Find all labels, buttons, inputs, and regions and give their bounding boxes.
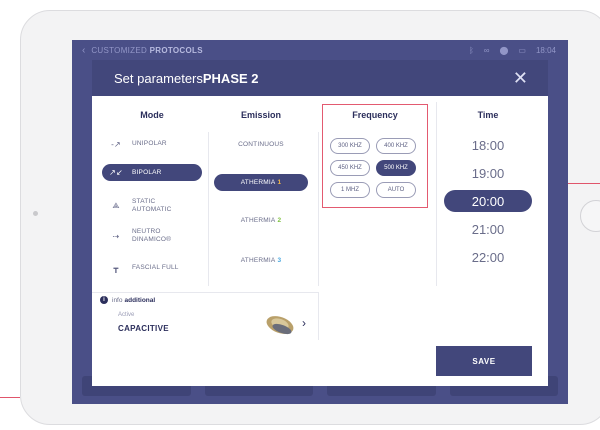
- emission-label: ATHERMIA: [240, 217, 276, 224]
- column-divider: [208, 132, 209, 286]
- column-header-mode: Mode: [140, 110, 164, 120]
- emission-item-athermia-3[interactable]: ATHERMIA 3: [214, 252, 308, 269]
- time-option-2200[interactable]: 22:00: [444, 246, 532, 268]
- chevron-right-icon[interactable]: ›: [302, 316, 306, 330]
- emission-label: ATHERMIA: [240, 257, 276, 264]
- info-icon: i: [100, 296, 108, 304]
- frequency-option-450khz[interactable]: 450 KHZ: [330, 160, 370, 176]
- emission-label: ATHERMIA: [240, 179, 276, 186]
- section-divider: [92, 292, 318, 293]
- battery-icon: ▭: [518, 45, 526, 55]
- mode-label: UNIPOLAR: [132, 140, 167, 147]
- modal-title: Set parametersPHASE 2: [114, 71, 259, 86]
- location-icon: ⬤: [499, 45, 509, 55]
- fascial-full-icon: ┳: [113, 263, 119, 273]
- callout-line-bottom: [0, 397, 20, 398]
- column-header-emission: Emission: [240, 110, 281, 120]
- frequency-option-auto[interactable]: AUTO: [376, 182, 416, 198]
- bipolar-icon: ↗↙: [109, 168, 123, 177]
- frequency-option-300khz[interactable]: 300 KHZ: [330, 138, 370, 154]
- modal-header: Set parametersPHASE 2 ✕: [92, 60, 548, 96]
- active-label: Active: [118, 312, 135, 318]
- close-icon[interactable]: ✕: [513, 69, 528, 87]
- frequency-option-400khz[interactable]: 400 KHZ: [376, 138, 416, 154]
- emission-label: CONTINUOUS: [238, 141, 284, 148]
- mode-label: NEUTRO DINAMICO®: [132, 228, 172, 243]
- column-divider: [318, 132, 319, 286]
- time-option-1800[interactable]: 18:00: [444, 134, 532, 156]
- info-bold: additional: [124, 296, 156, 304]
- time-option-2000[interactable]: 20:00: [444, 190, 532, 212]
- modal-title-prefix: Set parameters: [114, 70, 203, 86]
- frequency-option-1mhz[interactable]: 1 MHZ: [330, 182, 370, 198]
- mode-item-unipolar[interactable]: -↗ UNIPOLAR: [102, 134, 202, 154]
- emission-number: 3: [277, 257, 282, 264]
- status-bar: ‹ CUSTOMIZED PROTOCOLS ᛒ ∞ ⬤ ▭ 18:04: [72, 40, 568, 60]
- status-title-prefix: CUSTOMIZED: [91, 45, 148, 55]
- modal-title-bold: PHASE 2: [202, 70, 259, 86]
- emission-item-continuous[interactable]: CONTINUOUS: [214, 136, 308, 153]
- status-icons: ᛒ ∞ ⬤ ▭ 18:04: [469, 46, 556, 55]
- column-header-time: Time: [477, 110, 499, 120]
- back-icon[interactable]: ‹: [82, 45, 85, 56]
- mode-label: BIPOLAR: [132, 168, 162, 176]
- time-option-1900[interactable]: 19:00: [444, 162, 532, 184]
- neutro-dinamico-icon: ⇢: [112, 231, 120, 241]
- active-value: CAPACITIVE: [118, 324, 169, 333]
- frequency-option-500khz[interactable]: 500 KHZ: [376, 160, 416, 176]
- handpiece-icon: [266, 316, 294, 335]
- link-icon: ∞: [483, 45, 490, 55]
- emission-number: 1: [277, 179, 282, 186]
- camera-icon: [33, 211, 38, 216]
- mode-item-bipolar[interactable]: ↗↙ BIPOLAR: [102, 164, 202, 181]
- info-additional-header: i info additional: [100, 296, 155, 304]
- static-automatic-icon: ⟁: [112, 201, 120, 210]
- save-button[interactable]: SAVE: [436, 346, 532, 376]
- info-divider: [318, 292, 319, 340]
- emission-item-athermia-1[interactable]: ATHERMIA 1: [214, 174, 308, 191]
- emission-number: 2: [277, 217, 282, 224]
- unipolar-icon: -↗: [111, 139, 121, 149]
- mode-item-fascial-full[interactable]: ┳ FASCIAL FULL: [102, 258, 202, 278]
- mode-label: STATIC AUTOMATIC: [132, 198, 172, 213]
- time-option-2100[interactable]: 21:00: [444, 218, 532, 240]
- emission-item-athermia-2[interactable]: ATHERMIA 2: [214, 212, 308, 229]
- status-title: CUSTOMIZED PROTOCOLS: [91, 46, 203, 55]
- mode-item-neutro-dinamico[interactable]: ⇢ NEUTRO DINAMICO®: [102, 226, 202, 246]
- modal-body: Mode Emission Frequency Time -↗ UNIPOLAR…: [92, 96, 548, 386]
- status-title-bold: PROTOCOLS: [149, 45, 203, 55]
- info-prefix: info: [112, 296, 123, 304]
- status-time: 18:04: [535, 45, 556, 55]
- column-divider: [436, 102, 437, 286]
- mode-item-static-automatic[interactable]: ⟁ STATIC AUTOMATIC: [102, 196, 202, 216]
- bluetooth-icon: ᛒ: [468, 45, 474, 55]
- mode-label: FASCIAL FULL: [132, 264, 179, 271]
